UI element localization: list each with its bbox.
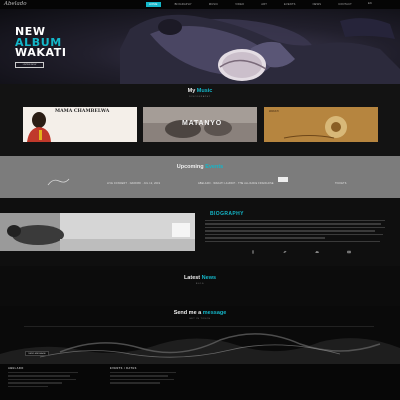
nav-item-video[interactable]: VIDEO xyxy=(232,2,247,7)
hero-artist-image xyxy=(120,14,400,84)
biography-text-block xyxy=(205,220,385,244)
biography-section: BIOGRAPHY xyxy=(0,198,400,266)
event-logo-icon xyxy=(47,178,70,186)
upcoming-title-accent: Events xyxy=(205,164,224,170)
upcoming-title-text: Upcoming xyxy=(176,164,204,170)
music-section-subtitle: DISCOGRAPHY xyxy=(189,96,211,98)
contact-title: Send me a message xyxy=(0,310,400,316)
text-line xyxy=(8,378,76,381)
message-form[interactable] xyxy=(24,326,374,338)
contact-title-accent: message xyxy=(202,310,227,316)
text-line xyxy=(205,230,375,232)
album-caption: MAMA CHAMBELWA xyxy=(55,109,110,114)
album-card-matanyo[interactable]: MATANYO xyxy=(143,107,257,142)
nav-menu: HOME BIOGRAPHY MUSIC VIDEO ART EVENTS NE… xyxy=(146,2,366,7)
text-line xyxy=(205,237,325,239)
site-logo[interactable]: Abelado xyxy=(4,1,27,7)
text-line xyxy=(110,378,174,381)
text-line xyxy=(110,372,176,374)
news-title-text: Latest xyxy=(183,275,201,281)
footer-column-content xyxy=(8,372,78,389)
text-line xyxy=(205,233,383,236)
album-card-wakati[interactable]: WAKATI xyxy=(264,107,378,142)
album-cover-image xyxy=(264,107,378,142)
news-section-title: Latest News xyxy=(0,275,400,281)
nav-item-art[interactable]: ART xyxy=(258,2,270,7)
text-line xyxy=(8,372,78,374)
send-message-button[interactable]: SEND MESSAGE xyxy=(25,351,49,356)
site-footer: ABELADO EVENTS / DATES xyxy=(0,364,400,400)
album-caption: WAKATI xyxy=(269,110,279,113)
music-section-title: My Music xyxy=(0,88,400,94)
top-navigation-bar: Abelado HOME BIOGRAPHY MUSIC VIDEO ART E… xyxy=(0,0,400,9)
music-title-text: My xyxy=(187,88,196,94)
nav-item-events[interactable]: EVENTS xyxy=(281,2,299,7)
news-section-subtitle: BLOG xyxy=(196,283,204,285)
event-detail-button[interactable] xyxy=(278,177,288,182)
contact-section: Send me a message GET IN TOUCH SEND MESS… xyxy=(0,306,400,364)
music-title-accent: Music xyxy=(196,88,213,94)
news-title-accent: News xyxy=(201,275,217,281)
text-line xyxy=(205,226,385,229)
upcoming-events-title: Upcoming Events xyxy=(0,164,400,170)
hero-album-title: WAKATI xyxy=(15,46,67,59)
listen-now-button[interactable]: LISTEN NOW xyxy=(15,62,44,68)
footer-column-title: ABELADO xyxy=(8,367,24,370)
footer-column-title: EVENTS / DATES xyxy=(110,367,137,370)
contact-subtitle: GET IN TOUCH xyxy=(189,318,211,320)
biography-title: BIOGRAPHY xyxy=(210,211,244,217)
event-item[interactable]: ABELADO · WAKATI LAUNCH · THE ALLIANCE F… xyxy=(198,182,274,185)
music-section: My Music DISCOGRAPHY MAMA CHAMBELWA MATA… xyxy=(0,84,400,156)
contact-title-text: Send me a xyxy=(173,310,202,316)
text-line xyxy=(8,375,70,377)
event-item[interactable]: LIVE CONCERT · NAIROBI · JUL 12, 2019 xyxy=(107,182,160,185)
album-card-mama-chambelwa[interactable]: MAMA CHAMBELWA xyxy=(23,107,137,142)
event-tickets-link[interactable]: TICKETS xyxy=(335,182,347,185)
nav-item-music[interactable]: MUSIC xyxy=(206,2,221,7)
latest-news-section: Latest News BLOG xyxy=(0,266,400,306)
upcoming-events-section: Upcoming Events LIVE CONCERT · NAIROBI ·… xyxy=(0,156,400,198)
text-line xyxy=(8,382,62,384)
youtube-icon[interactable] xyxy=(347,250,351,254)
social-links xyxy=(251,250,379,254)
hero-banner: NEW ALBUM WAKATI LISTEN NOW xyxy=(0,9,400,84)
nav-item-home[interactable]: HOME xyxy=(146,2,161,7)
text-line xyxy=(205,220,385,222)
text-line xyxy=(110,382,160,384)
nav-item-news[interactable]: NEWS xyxy=(310,2,325,7)
facebook-icon[interactable] xyxy=(251,250,255,254)
album-caption: MATANYO xyxy=(182,120,222,127)
language-selector[interactable]: EN xyxy=(368,2,372,5)
twitter-icon[interactable] xyxy=(283,250,287,254)
text-line xyxy=(110,375,168,377)
footer-column-content xyxy=(110,372,176,386)
nav-item-contact[interactable]: CONTACT xyxy=(335,2,355,7)
nav-item-biography[interactable]: BIOGRAPHY xyxy=(172,2,195,7)
biography-photo xyxy=(0,213,195,251)
text-line xyxy=(205,240,380,243)
text-line xyxy=(8,385,48,388)
soundcloud-icon[interactable] xyxy=(315,250,319,254)
text-line xyxy=(205,223,381,225)
